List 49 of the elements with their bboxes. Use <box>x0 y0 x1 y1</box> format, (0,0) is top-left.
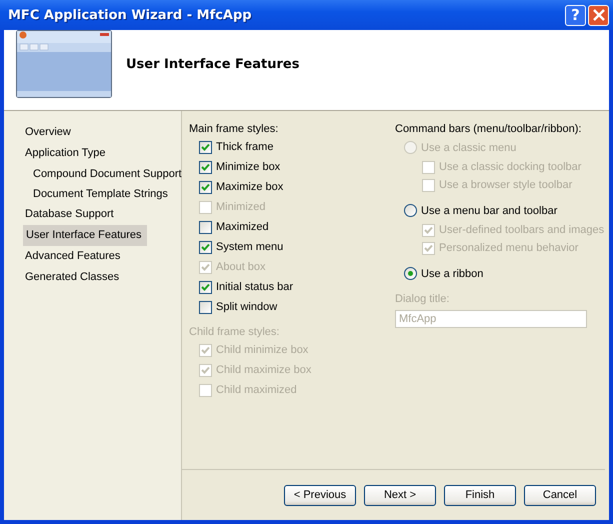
checkbox-label: Maximize box <box>216 181 284 193</box>
radio-button[interactable] <box>404 267 417 280</box>
checkbox-label: Thick frame <box>216 141 274 153</box>
previous-button[interactable]: < Previous <box>284 484 356 506</box>
checkbox[interactable] <box>199 160 212 174</box>
help-button[interactable]: ? <box>565 4 586 26</box>
page-heading: User Interface Features <box>126 56 300 72</box>
checkbox-label: Child maximized <box>216 384 297 396</box>
checkbox-label: User-defined toolbars and images <box>439 224 604 236</box>
nav-item[interactable]: Advanced Features <box>22 246 124 267</box>
finish-button[interactable]: Finish <box>444 484 516 506</box>
checkbox-label: Minimize box <box>216 161 280 173</box>
radio-label: Use a classic menu <box>421 142 516 154</box>
checkbox-label: Child maximize box <box>216 364 312 376</box>
nav-item[interactable]: Application Type <box>22 143 109 164</box>
window-title: MFC Application Wizard - MfcApp <box>8 8 253 22</box>
checkbox-label: System menu <box>216 241 284 253</box>
checkbox[interactable] <box>199 280 212 294</box>
checkbox[interactable] <box>199 300 212 314</box>
checkbox[interactable] <box>199 140 212 154</box>
checkbox-label: Child minimize box <box>216 344 308 356</box>
nav-item[interactable]: Compound Document Support <box>30 164 185 184</box>
close-icon <box>592 9 604 21</box>
close-button[interactable] <box>588 4 609 26</box>
checkbox[interactable] <box>199 220 212 234</box>
group-label: Command bars (menu/toolbar/ribbon): <box>395 122 582 137</box>
cancel-button[interactable]: Cancel <box>524 484 596 506</box>
checkbox-label: Use a browser style toolbar <box>439 179 572 191</box>
checkbox-label: Split window <box>216 301 278 313</box>
nav-item[interactable]: Overview <box>22 122 74 143</box>
checkbox-label: Maximized <box>216 221 269 233</box>
nav-item[interactable]: User Interface Features <box>23 225 147 246</box>
checkbox-label: Initial status bar <box>216 281 294 293</box>
checkbox[interactable] <box>199 240 212 254</box>
group-label: Main frame styles: <box>189 122 280 137</box>
nav-item[interactable]: Document Template Strings <box>30 184 171 204</box>
radio-label: Use a menu bar and toolbar <box>421 204 558 216</box>
checkbox-label: About box <box>216 261 266 273</box>
checkbox-label: Use a classic docking toolbar <box>439 161 582 173</box>
next-button[interactable]: Next > <box>364 484 436 506</box>
field-label: Dialog title: <box>395 292 450 307</box>
nav-item[interactable]: Generated Classes <box>22 267 122 288</box>
nav-item[interactable]: Database Support <box>22 204 117 225</box>
checkbox[interactable] <box>199 180 212 194</box>
radio-button[interactable] <box>404 204 417 217</box>
checkbox-label: Personalized menu behavior <box>439 242 578 254</box>
radio-label: Use a ribbon <box>421 268 484 280</box>
checkbox-label: Minimized <box>216 201 266 213</box>
group-label: Child frame styles: <box>189 325 280 340</box>
